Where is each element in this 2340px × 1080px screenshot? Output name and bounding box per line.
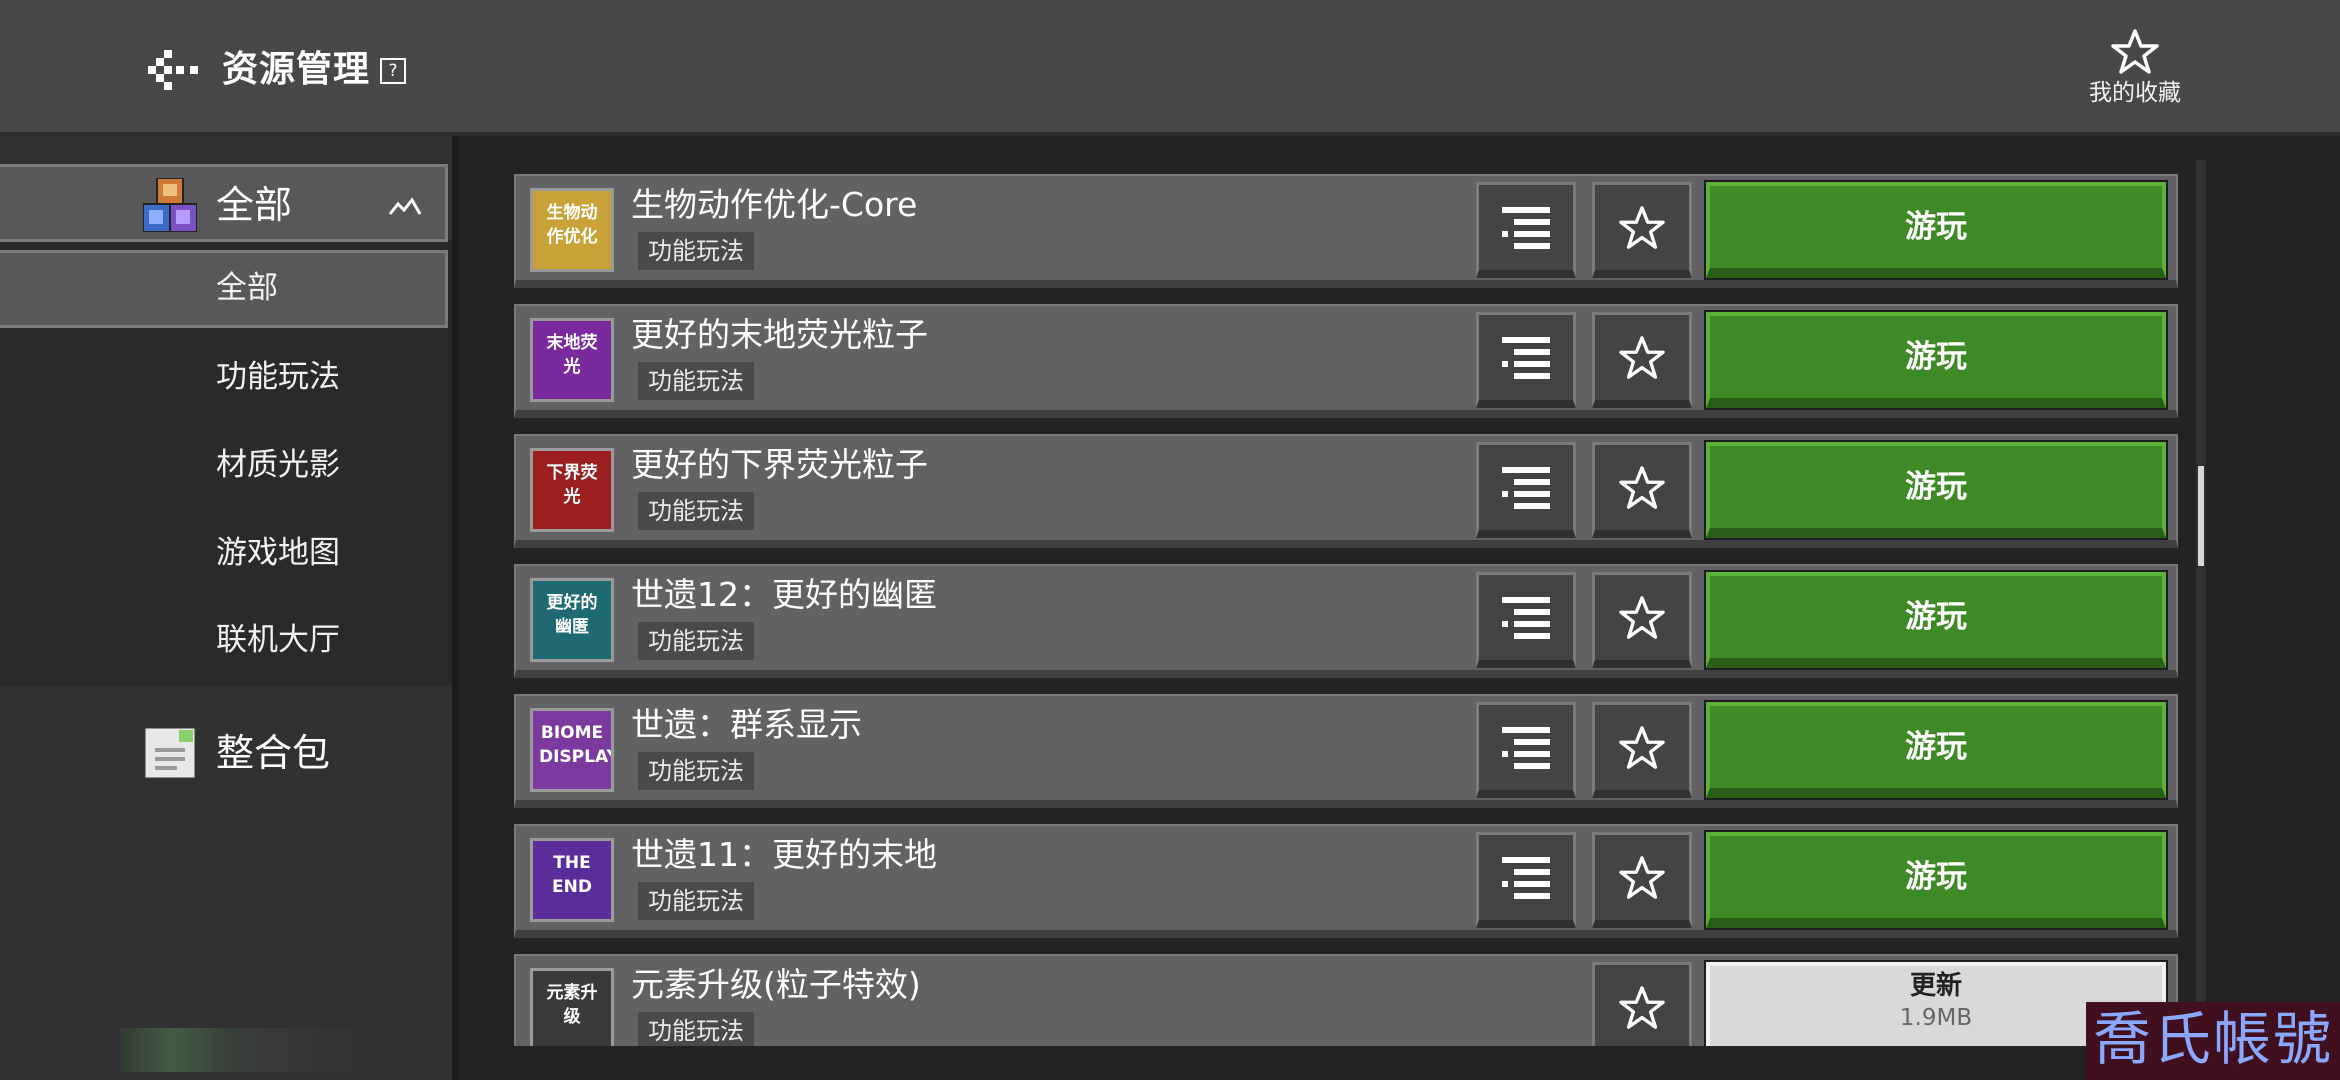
back-arrow-icon[interactable]	[148, 48, 202, 92]
scrollbar-track[interactable]	[2196, 160, 2206, 1040]
sidebar-item-texture-shaders[interactable]: 材质光影	[216, 445, 340, 485]
resource-thumbnail: 下界荧光	[530, 448, 614, 532]
update-label: 更新	[1909, 971, 1962, 1001]
resource-tag: 功能玩法	[638, 492, 754, 530]
details-button[interactable]	[1476, 312, 1576, 408]
resource-row[interactable]: 下界荧光 更好的下界荧光粒子功能玩法 游玩	[514, 434, 2178, 548]
list-menu-icon	[1502, 336, 1550, 379]
play-button[interactable]: 游玩	[1704, 180, 2168, 280]
star-icon	[1619, 205, 1665, 249]
resource-thumbnail: THE END	[530, 838, 614, 922]
resource-tag: 功能玩法	[638, 232, 754, 270]
thumbnail-text: 末地荧光	[546, 333, 598, 377]
thumbnail-text: 生物动作优化	[546, 203, 598, 247]
star-icon	[1619, 725, 1665, 769]
play-button[interactable]: 游玩	[1704, 440, 2168, 540]
modpack-icon	[143, 726, 197, 780]
favorite-button[interactable]	[1592, 832, 1692, 928]
list-menu-icon	[1502, 466, 1550, 509]
favorite-button[interactable]	[1592, 962, 1692, 1058]
thumbnail-text: 下界荧光	[546, 463, 598, 507]
details-button[interactable]	[1476, 442, 1576, 538]
resource-name: 元素升级(粒子特效)	[631, 965, 921, 1004]
my-favorites-button[interactable]: 我的收藏	[2070, 28, 2200, 114]
sidebar-item-game-maps[interactable]: 游戏地图	[216, 533, 340, 573]
resource-name: 世遗：群系显示	[631, 705, 862, 744]
resource-name: 生物动作优化-Core	[631, 185, 918, 224]
sidebar-item-multiplayer-lobby[interactable]: 联机大厅	[216, 620, 340, 660]
star-icon	[1619, 595, 1665, 639]
my-favorites-label: 我的收藏	[2089, 80, 2181, 106]
list-menu-icon	[1502, 206, 1550, 249]
favorite-button[interactable]	[1592, 312, 1692, 408]
list-bottom-edge	[462, 1046, 2196, 1080]
resource-row[interactable]: 更好的幽匿 世遗12：更好的幽匿功能玩法 游玩	[514, 564, 2178, 678]
resource-tag: 功能玩法	[638, 362, 754, 400]
resource-name: 更好的下界荧光粒子	[631, 445, 928, 484]
star-icon	[1619, 335, 1665, 379]
resource-tag: 功能玩法	[638, 622, 754, 660]
favorite-button[interactable]	[1592, 182, 1692, 278]
watermark-text: 喬氏帳號	[2086, 1002, 2340, 1080]
thumbnail-text: 元素升级	[546, 983, 598, 1027]
sidebar-divider	[452, 136, 458, 1080]
star-icon	[2111, 29, 2159, 74]
resource-row[interactable]: THE END 世遗11：更好的末地功能玩法 游玩	[514, 824, 2178, 938]
play-button[interactable]: 游玩	[1704, 310, 2168, 410]
blurred-area	[120, 1028, 360, 1072]
resource-tag: 功能玩法	[638, 752, 754, 790]
resource-tag: 功能玩法	[638, 882, 754, 920]
resource-name: 更好的末地荧光粒子	[631, 315, 928, 354]
details-button[interactable]	[1476, 702, 1576, 798]
blocks-icon	[143, 178, 197, 232]
resource-tag: 功能玩法	[638, 1012, 754, 1050]
page-title: 资源管理	[222, 49, 371, 90]
play-button[interactable]: 游玩	[1704, 570, 2168, 670]
resource-row[interactable]: 生物动作优化 生物动作优化-Core 功能玩法 游玩	[514, 174, 2178, 288]
star-icon	[1619, 855, 1665, 899]
category-modpack-label[interactable]: 整合包	[216, 726, 330, 780]
resource-row[interactable]: 末地荧光 更好的末地荧光粒子功能玩法 游玩	[514, 304, 2178, 418]
details-button[interactable]	[1476, 832, 1576, 928]
resource-thumbnail: 末地荧光	[530, 318, 614, 402]
thumbnail-text: 更好的幽匿	[546, 593, 598, 637]
star-icon	[1619, 985, 1665, 1029]
resource-thumbnail: 更好的幽匿	[530, 578, 614, 662]
thumbnail-text: BIOME DISPLAY	[539, 723, 614, 767]
sidebar-item-all[interactable]: 全部	[216, 268, 278, 308]
details-button[interactable]	[1476, 182, 1576, 278]
resource-row[interactable]: BIOME DISPLAY 世遗：群系显示功能玩法 游玩	[514, 694, 2178, 808]
list-menu-icon	[1502, 726, 1550, 769]
resource-thumbnail: BIOME DISPLAY	[530, 708, 614, 792]
star-icon	[1619, 465, 1665, 509]
sidebar-item-gameplay[interactable]: 功能玩法	[216, 357, 340, 397]
list-menu-icon	[1502, 856, 1550, 899]
category-all-label: 全部	[216, 183, 293, 227]
thumbnail-text: THE END	[552, 853, 592, 897]
list-menu-icon	[1502, 596, 1550, 639]
chevron-up-icon[interactable]	[388, 196, 422, 216]
play-button[interactable]: 游玩	[1704, 830, 2168, 930]
resource-name: 世遗12：更好的幽匿	[631, 575, 937, 614]
favorite-button[interactable]	[1592, 702, 1692, 798]
play-button[interactable]: 游玩	[1704, 700, 2168, 800]
scrollbar-thumb[interactable]	[2198, 466, 2204, 566]
resource-thumbnail: 生物动作优化	[530, 188, 614, 272]
resource-name: 世遗11：更好的末地	[631, 835, 937, 874]
help-icon[interactable]: ?	[380, 58, 406, 84]
details-button[interactable]	[1476, 572, 1576, 668]
favorite-button[interactable]	[1592, 442, 1692, 538]
favorite-button[interactable]	[1592, 572, 1692, 668]
resource-thumbnail: 元素升级	[530, 968, 614, 1052]
